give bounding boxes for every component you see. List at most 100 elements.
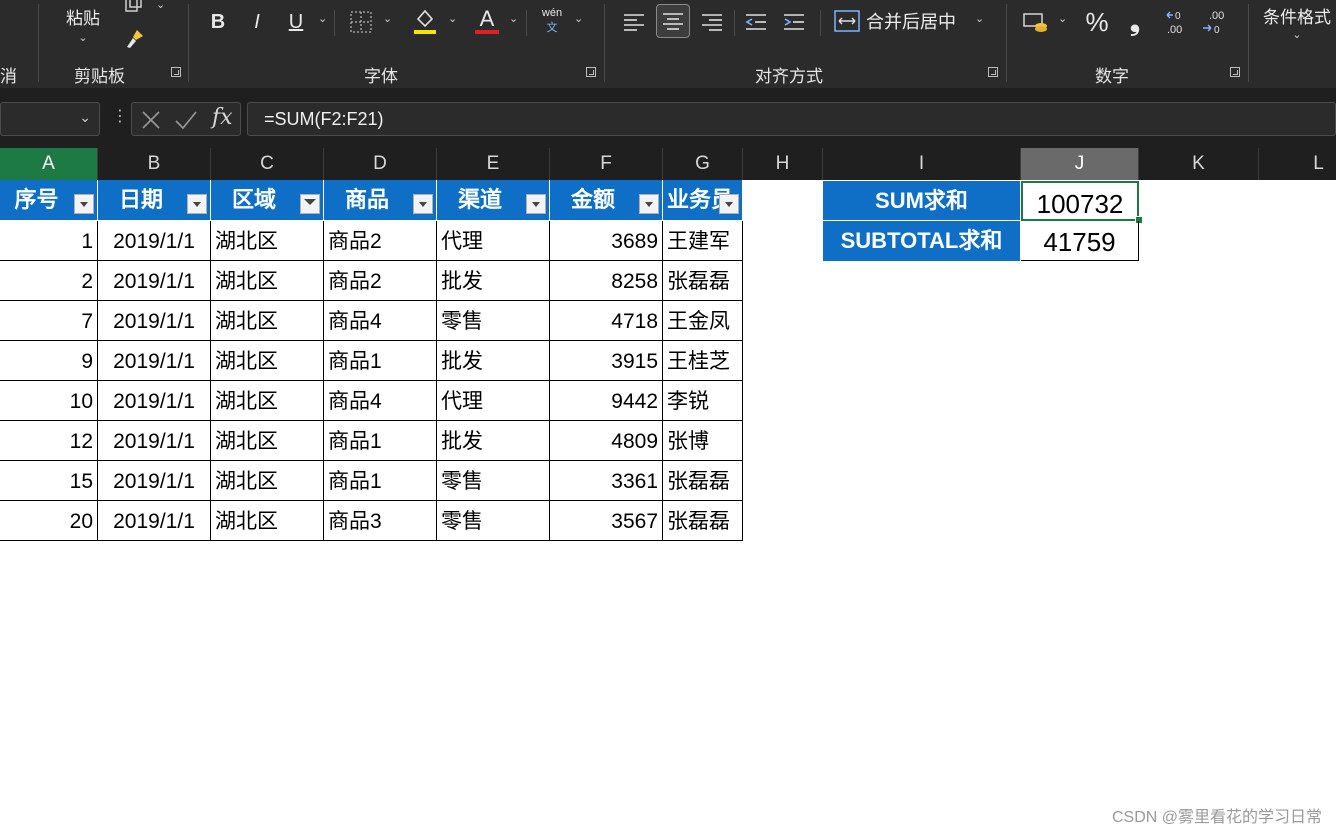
table-cell[interactable]: 湖北区 (211, 261, 324, 301)
table-cell[interactable]: 2019/1/1 (98, 261, 211, 301)
copy-button[interactable] (118, 0, 148, 16)
table-cell[interactable]: 批发 (437, 421, 550, 461)
chevron-down-icon[interactable]: ⌄ (79, 109, 91, 126)
table-cell[interactable]: 2 (0, 261, 98, 301)
chevron-down-icon[interactable]: ⌄ (509, 12, 518, 25)
filter-dropdown-icon[interactable] (187, 194, 207, 214)
table-header-cell[interactable]: 序号 (0, 180, 98, 220)
table-cell[interactable]: 15 (0, 461, 98, 501)
table-cell[interactable]: 2019/1/1 (98, 421, 211, 461)
table-header-cell[interactable]: 商品 (324, 180, 437, 220)
table-cell[interactable]: 3915 (550, 341, 663, 381)
table-cell[interactable]: 代理 (437, 221, 550, 261)
conditional-format-button[interactable]: 条件格式 ⌄ (1258, 0, 1336, 44)
dialog-launcher-icon[interactable] (586, 67, 596, 77)
table-cell[interactable]: 9442 (550, 381, 663, 421)
table-cell[interactable]: 商品1 (324, 421, 437, 461)
dialog-launcher-icon[interactable] (171, 67, 181, 77)
column-header-e[interactable]: E (437, 148, 550, 180)
table-cell[interactable]: 湖北区 (211, 501, 324, 541)
percent-button[interactable]: % (1080, 6, 1114, 38)
table-cell[interactable]: 2019/1/1 (98, 501, 211, 541)
table-cell[interactable]: 2019/1/1 (98, 221, 211, 261)
table-cell[interactable]: 湖北区 (211, 421, 324, 461)
table-header-cell[interactable]: 业务员 (663, 180, 743, 220)
table-cell[interactable]: 零售 (437, 501, 550, 541)
filter-dropdown-icon[interactable] (526, 194, 546, 214)
table-cell[interactable]: 7 (0, 301, 98, 341)
enter-check-icon[interactable] (174, 109, 198, 131)
column-header-i[interactable]: I (823, 148, 1021, 180)
merge-center-button[interactable]: 合并后居中 (834, 6, 984, 36)
column-header-h[interactable]: H (743, 148, 823, 180)
border-button[interactable] (346, 8, 376, 36)
dialog-launcher-icon[interactable] (1230, 67, 1240, 77)
table-cell[interactable]: 商品2 (324, 221, 437, 261)
table-cell[interactable]: 批发 (437, 261, 550, 301)
table-cell[interactable]: 3689 (550, 221, 663, 261)
format-painter-button[interactable] (120, 26, 150, 52)
table-cell[interactable]: 湖北区 (211, 301, 324, 341)
table-cell[interactable]: 4809 (550, 421, 663, 461)
table-cell[interactable]: 湖北区 (211, 341, 324, 381)
table-cell[interactable]: 2019/1/1 (98, 461, 211, 501)
table-cell[interactable]: 湖北区 (211, 221, 324, 261)
table-cell[interactable]: 9 (0, 341, 98, 381)
column-header-a[interactable]: A (0, 148, 98, 180)
table-cell[interactable]: 张磊磊 (663, 461, 743, 501)
table-cell[interactable]: 湖北区 (211, 461, 324, 501)
chevron-down-icon[interactable]: ⌄ (574, 12, 583, 25)
table-cell[interactable]: 李锐 (663, 381, 743, 421)
table-cell[interactable]: 商品4 (324, 381, 437, 421)
table-cell[interactable]: 批发 (437, 341, 550, 381)
decrease-indent-button[interactable] (742, 8, 770, 36)
decrease-decimal-button[interactable]: .00 0 (1200, 6, 1232, 38)
increase-indent-button[interactable] (780, 8, 808, 36)
chevron-down-icon[interactable]: ⌄ (383, 12, 392, 25)
table-cell[interactable]: 商品1 (324, 461, 437, 501)
table-cell[interactable]: 商品3 (324, 501, 437, 541)
column-header-b[interactable]: B (98, 148, 211, 180)
table-cell[interactable]: 湖北区 (211, 381, 324, 421)
table-cell[interactable]: 8258 (550, 261, 663, 301)
cancel-icon[interactable] (140, 109, 162, 131)
table-cell[interactable]: 张磊磊 (663, 501, 743, 541)
table-cell[interactable]: 商品2 (324, 261, 437, 301)
column-header-g[interactable]: G (663, 148, 743, 180)
comma-style-button[interactable]: ❟ (1122, 6, 1148, 38)
align-center-button[interactable] (656, 4, 690, 38)
table-cell[interactable]: 2019/1/1 (98, 301, 211, 341)
table-cell[interactable]: 张磊磊 (663, 261, 743, 301)
column-header-j[interactable]: J (1021, 148, 1139, 180)
paste-button[interactable]: 粘贴 ⌄ (56, 0, 110, 48)
dialog-launcher-icon[interactable] (988, 67, 998, 77)
table-cell[interactable]: 12 (0, 421, 98, 461)
table-cell[interactable]: 10 (0, 381, 98, 421)
table-cell[interactable]: 20 (0, 501, 98, 541)
column-header-f[interactable]: F (550, 148, 663, 180)
table-cell[interactable]: 零售 (437, 461, 550, 501)
table-cell[interactable]: 王桂芝 (663, 341, 743, 381)
subtotal-value-cell[interactable]: 41759 (1021, 221, 1139, 261)
table-cell[interactable]: 3567 (550, 501, 663, 541)
table-cell[interactable]: 商品4 (324, 301, 437, 341)
fill-color-button[interactable] (410, 6, 440, 36)
chevron-down-icon[interactable]: ⌄ (318, 12, 327, 25)
accounting-format-button[interactable] (1020, 8, 1052, 36)
chevron-down-icon[interactable]: ⌄ (448, 12, 457, 25)
phonetic-button[interactable]: wén 文 (538, 6, 566, 36)
table-header-cell[interactable]: 日期 (98, 180, 211, 220)
align-right-button[interactable] (698, 8, 726, 36)
bold-button[interactable]: B (204, 8, 232, 36)
underline-button[interactable]: U (282, 8, 310, 36)
column-header-d[interactable]: D (324, 148, 437, 180)
formula-input[interactable]: =SUM(F2:F21) (247, 102, 1336, 136)
italic-button[interactable]: I (243, 8, 271, 36)
column-header-c[interactable]: C (211, 148, 324, 180)
table-cell[interactable]: 零售 (437, 301, 550, 341)
table-cell[interactable]: 王金凤 (663, 301, 743, 341)
table-cell[interactable]: 4718 (550, 301, 663, 341)
filter-dropdown-icon[interactable] (639, 194, 659, 214)
sum-label-cell[interactable]: SUM求和 (823, 181, 1021, 221)
table-header-cell[interactable]: 金额 (550, 180, 663, 220)
